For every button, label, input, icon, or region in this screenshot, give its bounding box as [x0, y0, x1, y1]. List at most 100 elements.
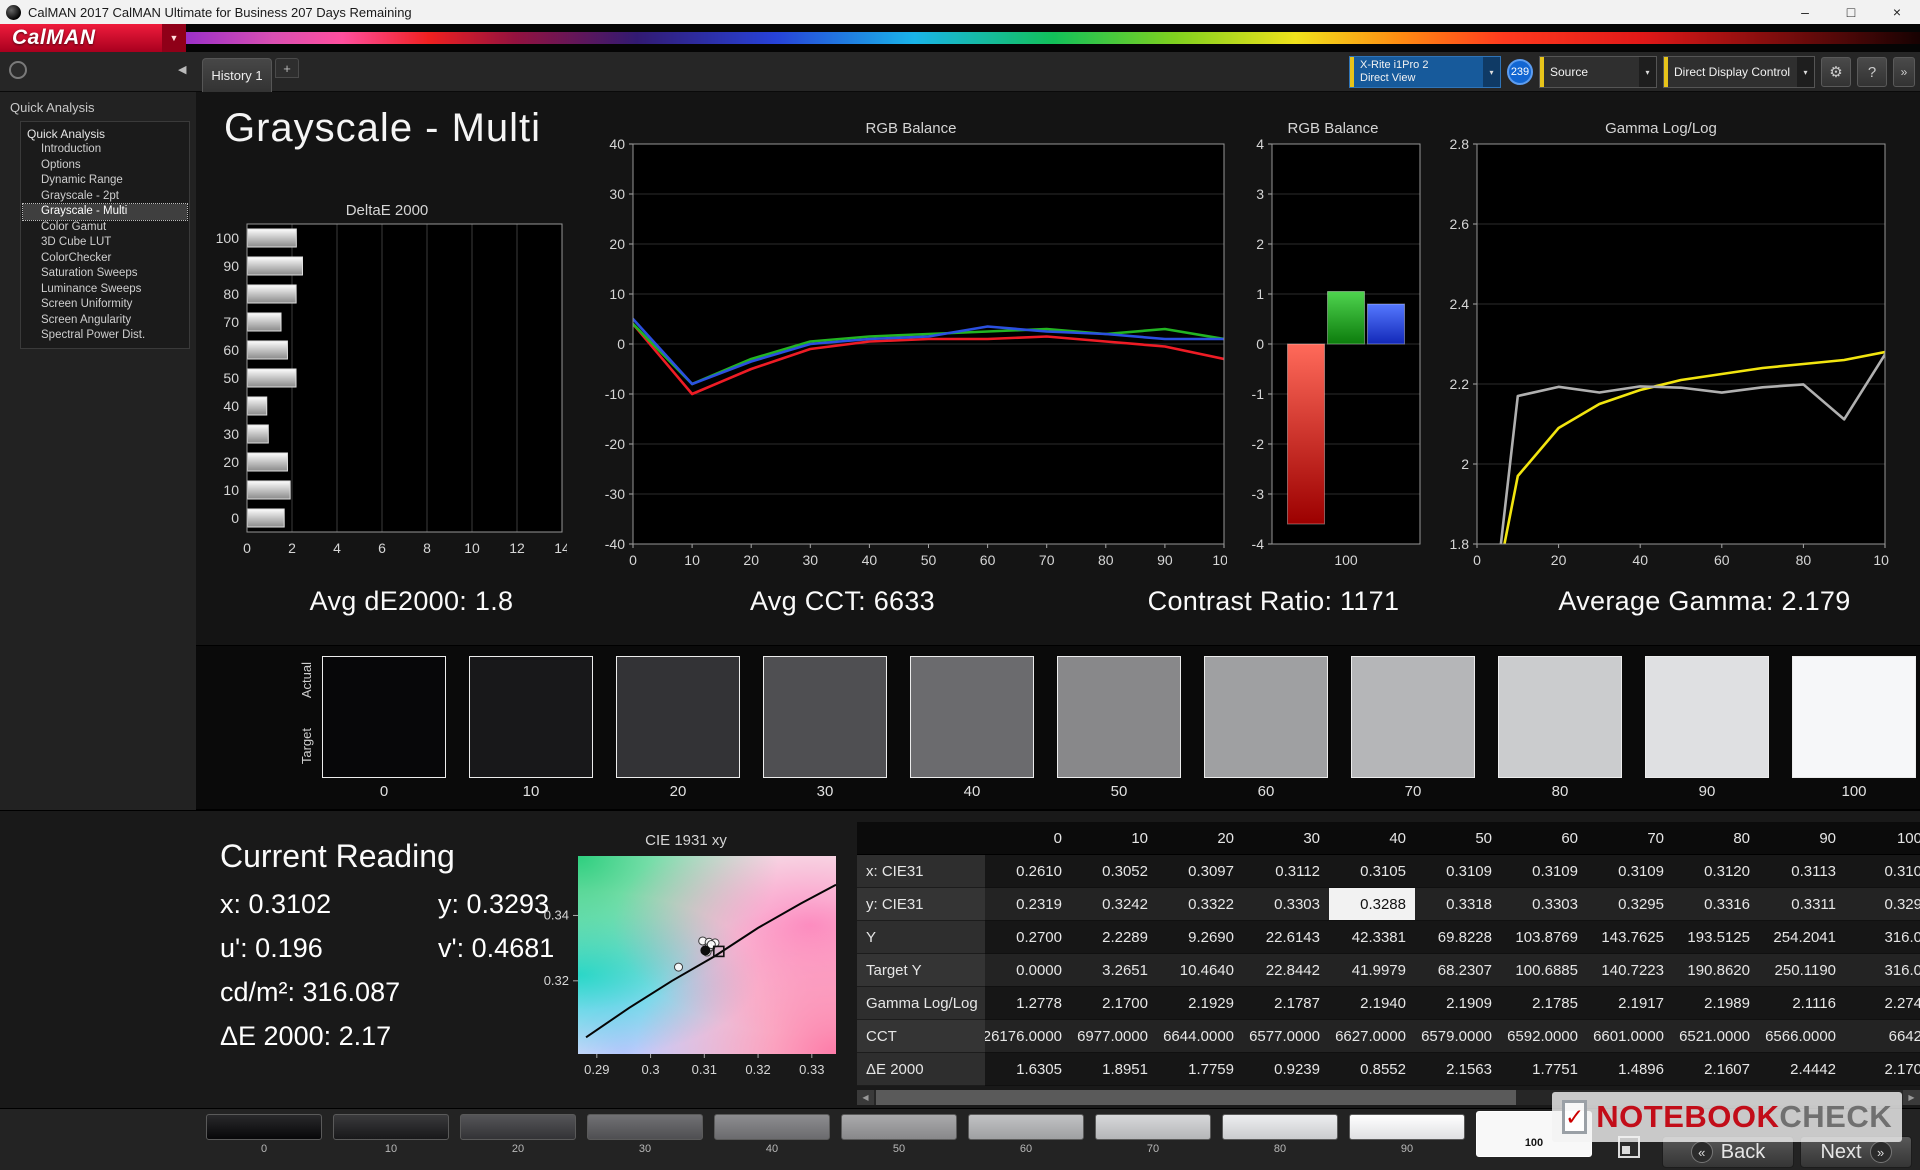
- table-cell[interactable]: 0.3097: [1157, 855, 1243, 888]
- table-cell[interactable]: 2.170: [1845, 1053, 1920, 1086]
- pattern-swatch-50[interactable]: 50: [841, 1114, 957, 1155]
- table-cell[interactable]: 9.2690: [1157, 921, 1243, 954]
- pattern-swatch-20[interactable]: 20: [460, 1114, 576, 1155]
- table-cell[interactable]: 0.2610: [985, 855, 1071, 888]
- table-cell[interactable]: 0.3120: [1673, 855, 1759, 888]
- pattern-swatch-90[interactable]: 90: [1349, 1114, 1465, 1155]
- table-cell[interactable]: 1.4896: [1587, 1053, 1673, 1086]
- sidebar-item-dynamic-range[interactable]: Dynamic Range: [23, 173, 187, 189]
- help-icon[interactable]: ?: [1857, 57, 1887, 87]
- pattern-swatch-color-90[interactable]: [1349, 1114, 1465, 1140]
- pattern-swatch-color-70[interactable]: [1095, 1114, 1211, 1140]
- pattern-swatch-color-60[interactable]: [968, 1114, 1084, 1140]
- table-cell[interactable]: 1.2778: [985, 987, 1071, 1020]
- pattern-swatch-color-40[interactable]: [714, 1114, 830, 1140]
- pattern-swatch-60[interactable]: 60: [968, 1114, 1084, 1155]
- collapse-sidebar-icon[interactable]: ◀: [178, 63, 186, 76]
- table-cell[interactable]: 100.6885: [1501, 954, 1587, 987]
- table-cell[interactable]: 0.3105: [1329, 855, 1415, 888]
- table-cell[interactable]: 2.1563: [1415, 1053, 1501, 1086]
- table-cell[interactable]: 0.2700: [985, 921, 1071, 954]
- sidebar-item-color-gamut[interactable]: Color Gamut: [23, 220, 187, 236]
- chevron-down-icon[interactable]: ▾: [1797, 57, 1814, 87]
- table-cell[interactable]: 0.3288: [1329, 888, 1415, 921]
- table-cell[interactable]: 1.7751: [1501, 1053, 1587, 1086]
- table-cell[interactable]: 0.3303: [1243, 888, 1329, 921]
- pattern-swatch-30[interactable]: 30: [587, 1114, 703, 1155]
- minimize-button[interactable]: –: [1782, 0, 1828, 24]
- chevron-down-icon[interactable]: ▾: [1639, 57, 1656, 87]
- table-cell[interactable]: 0.3112: [1243, 855, 1329, 888]
- table-cell[interactable]: 2.1909: [1415, 987, 1501, 1020]
- table-cell[interactable]: 6627.0000: [1329, 1020, 1415, 1053]
- chevron-down-icon[interactable]: ▾: [1483, 57, 1500, 87]
- table-cell[interactable]: 6566.0000: [1759, 1020, 1845, 1053]
- table-cell[interactable]: 2.1116: [1759, 987, 1845, 1020]
- table-cell[interactable]: 6577.0000: [1243, 1020, 1329, 1053]
- toolbar-circle-button[interactable]: [9, 61, 27, 79]
- pattern-swatch-0[interactable]: 0: [206, 1114, 322, 1155]
- pattern-swatch-70[interactable]: 70: [1095, 1114, 1211, 1155]
- table-cell[interactable]: 2.1929: [1157, 987, 1243, 1020]
- table-cell[interactable]: 41.9979: [1329, 954, 1415, 987]
- table-cell[interactable]: 6521.0000: [1673, 1020, 1759, 1053]
- sidebar-item-colorchecker[interactable]: ColorChecker: [23, 251, 187, 267]
- sidebar-item-3d-cube-lut[interactable]: 3D Cube LUT: [23, 235, 187, 251]
- table-cell[interactable]: 10.4640: [1157, 954, 1243, 987]
- display-control-dropdown[interactable]: Direct Display Control ▾: [1663, 56, 1815, 88]
- table-cell[interactable]: 0.3113: [1759, 855, 1845, 888]
- table-cell[interactable]: 0.2319: [985, 888, 1071, 921]
- sidebar-item-grayscale-multi[interactable]: Grayscale - Multi: [22, 203, 188, 221]
- table-cell[interactable]: 1.7759: [1157, 1053, 1243, 1086]
- table-cell[interactable]: 6642: [1845, 1020, 1920, 1053]
- pattern-swatch-color-20[interactable]: [460, 1114, 576, 1140]
- table-cell[interactable]: 1.8951: [1071, 1053, 1157, 1086]
- table-cell[interactable]: 316.0: [1845, 921, 1920, 954]
- sidebar-item-grayscale-2pt[interactable]: Grayscale - 2pt: [23, 189, 187, 205]
- pattern-swatch-color-0[interactable]: [206, 1114, 322, 1140]
- table-cell[interactable]: 103.8769: [1501, 921, 1587, 954]
- table-cell[interactable]: 0.329: [1845, 888, 1920, 921]
- table-cell[interactable]: 2.1940: [1329, 987, 1415, 1020]
- table-cell[interactable]: 2.1607: [1673, 1053, 1759, 1086]
- table-cell[interactable]: 6579.0000: [1415, 1020, 1501, 1053]
- table-cell[interactable]: 0.3303: [1501, 888, 1587, 921]
- meter-dropdown[interactable]: X-Rite i1Pro 2 Direct View ▾: [1349, 56, 1501, 88]
- collapse-panel-icon[interactable]: »: [1893, 57, 1915, 87]
- sidebar-item-luminance-sweeps[interactable]: Luminance Sweeps: [23, 282, 187, 298]
- table-cell[interactable]: 0.9239: [1243, 1053, 1329, 1086]
- table-cell[interactable]: 6601.0000: [1587, 1020, 1673, 1053]
- table-cell[interactable]: 0.310: [1845, 855, 1920, 888]
- table-cell[interactable]: 140.7223: [1587, 954, 1673, 987]
- sidebar-item-options[interactable]: Options: [23, 158, 187, 174]
- table-cell[interactable]: 0.3318: [1415, 888, 1501, 921]
- chevron-down-icon[interactable]: ▼: [162, 24, 186, 52]
- pattern-swatch-color-80[interactable]: [1222, 1114, 1338, 1140]
- scroll-left-icon[interactable]: ◀: [857, 1090, 874, 1105]
- table-cell[interactable]: 0.8552: [1329, 1053, 1415, 1086]
- sidebar-item-introduction[interactable]: Introduction: [23, 142, 187, 158]
- table-cell[interactable]: 22.8442: [1243, 954, 1329, 987]
- table-cell[interactable]: 0.3109: [1415, 855, 1501, 888]
- table-cell[interactable]: 190.8620: [1673, 954, 1759, 987]
- calman-logo-menu[interactable]: CalMAN ▼: [0, 24, 186, 52]
- pattern-swatch-80[interactable]: 80: [1222, 1114, 1338, 1155]
- table-cell[interactable]: 6592.0000: [1501, 1020, 1587, 1053]
- table-cell[interactable]: 22.6143: [1243, 921, 1329, 954]
- table-cell[interactable]: 6977.0000: [1071, 1020, 1157, 1053]
- table-cell[interactable]: 2.4442: [1759, 1053, 1845, 1086]
- table-cell[interactable]: 0.3052: [1071, 855, 1157, 888]
- source-dropdown[interactable]: Source ▾: [1539, 56, 1657, 88]
- table-cell[interactable]: 0.3109: [1501, 855, 1587, 888]
- table-cell[interactable]: 6644.0000: [1157, 1020, 1243, 1053]
- table-cell[interactable]: 0.3295: [1587, 888, 1673, 921]
- table-cell[interactable]: 0.3316: [1673, 888, 1759, 921]
- sidebar-item-saturation-sweeps[interactable]: Saturation Sweeps: [23, 266, 187, 282]
- sidebar-root-quick-analysis[interactable]: Quick Analysis: [23, 126, 187, 142]
- table-cell[interactable]: 143.7625: [1587, 921, 1673, 954]
- table-cell[interactable]: 2.1787: [1243, 987, 1329, 1020]
- tab-history-1[interactable]: History 1: [202, 58, 272, 92]
- table-cell[interactable]: 42.3381: [1329, 921, 1415, 954]
- table-cell[interactable]: 0.3109: [1587, 855, 1673, 888]
- table-cell[interactable]: 2.274: [1845, 987, 1920, 1020]
